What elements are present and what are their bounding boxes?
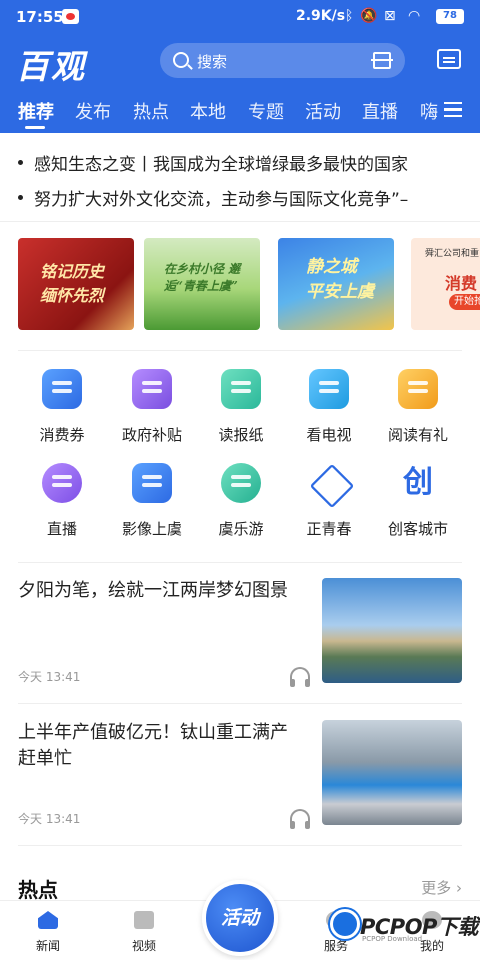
home-icon [38, 911, 58, 929]
banner-carousel: 铭记历史 缅怀先烈 在乡村小径 邂逅“青春上虞” 静之城 平安上虞 舜汇公司和重… [18, 238, 480, 333]
channel-tabs: 推荐 发布 热点 本地 专题 活动 直播 嗨 [0, 98, 480, 133]
tab-publish[interactable]: 发布 [75, 98, 111, 124]
news-time: 今天 13:41 [18, 670, 81, 684]
banner-card[interactable]: 舜汇公司和重 消费 开始抢 [411, 238, 480, 330]
tab-live[interactable]: 直播 [362, 98, 398, 124]
live-camera-icon [42, 463, 82, 503]
search-bar[interactable]: 搜索 [160, 43, 405, 78]
app-root: 17:55 2.9K/s ᛒ 🔕 ⊠ ◠ 78 百观 搜索 推荐 发布 热点 本… [0, 0, 480, 960]
news-thumbnail [322, 578, 462, 683]
service-label: 虞乐游 [218, 520, 264, 538]
notification-app-icon [62, 9, 79, 24]
message-icon[interactable] [437, 49, 461, 69]
banner-subtitle: 舜汇公司和重 [425, 249, 480, 259]
divider [18, 845, 462, 846]
subsidy-icon [132, 369, 172, 409]
nav-item-news[interactable]: 新闻 [13, 901, 83, 960]
service-item-subsidy[interactable]: 政府补贴 [104, 362, 200, 448]
news-title: 夕阳为笔，绘就一江两岸梦幻图景 [18, 580, 288, 601]
service-item-youth[interactable]: 正青春 [281, 456, 377, 542]
active-tab-indicator [25, 126, 45, 129]
tab-hot[interactable]: 热点 [133, 98, 169, 124]
tab-recommend[interactable]: 推荐 [18, 98, 54, 124]
mute-icon: 🔕 [360, 8, 378, 24]
tab-hi[interactable]: 嗨 [420, 98, 438, 124]
tab-topics[interactable]: 专题 [248, 98, 284, 124]
banner-card[interactable]: 在乡村小径 邂逅“青春上虞” [144, 238, 260, 330]
news-thumbnail [322, 720, 462, 825]
bluetooth-icon: ᛒ [345, 8, 354, 24]
video-icon [134, 911, 154, 929]
service-label: 读报纸 [218, 426, 264, 444]
reading-gift-icon [398, 369, 438, 409]
service-item-reading[interactable]: 阅读有礼 [370, 362, 466, 448]
tab-activities[interactable]: 活动 [305, 98, 341, 124]
status-time: 17:55 [16, 8, 64, 26]
banner-title: 铭记历史 缅怀先烈 [40, 262, 105, 305]
ticket-icon [42, 369, 82, 409]
create-icon: 创 [403, 465, 433, 500]
news-item[interactable]: 夕阳为笔，绘就一江两岸梦幻图景 今天 13:41 [0, 578, 480, 718]
star-icon [309, 463, 349, 503]
service-label: 看电视 [306, 426, 352, 444]
watermark-subtext: PCPOP Download [362, 935, 423, 943]
status-bar: 17:55 2.9K/s ᛒ 🔕 ⊠ ◠ 78 [0, 0, 480, 34]
service-item-tour[interactable]: 虞乐游 [193, 456, 289, 542]
service-label: 直播 [46, 520, 77, 538]
service-item-newspaper[interactable]: 读报纸 [193, 362, 289, 448]
news-time: 今天 13:41 [18, 812, 81, 826]
scan-icon[interactable] [371, 52, 393, 69]
activity-center-button[interactable]: 活动 [202, 880, 278, 956]
headline-ticker: 感知生态之变丨我国成为全球增绿最多最快的国家 努力扩大对外文化交流，主动参与国际… [0, 142, 480, 222]
service-label: 消费券 [39, 426, 85, 444]
service-label: 政府补贴 [121, 426, 182, 444]
newspaper-icon [221, 369, 261, 409]
search-icon [173, 52, 189, 68]
service-grid: 消费券 政府补贴 读报纸 看电视 阅读有礼 直播 影像上虞 虞乐游 正青春 创 … [0, 362, 480, 552]
service-label: 创客城市 [387, 520, 448, 538]
watermark-logo-icon [330, 909, 360, 939]
service-label: 影像上虞 [121, 520, 182, 538]
battery-icon: 78 [436, 9, 464, 24]
banner-grab-button[interactable]: 开始抢 [449, 294, 480, 310]
search-placeholder: 搜索 [197, 53, 228, 71]
watermark: PCPOP下载 PCPOP Download [330, 905, 480, 949]
service-item-imaging[interactable]: 影像上虞 [104, 456, 200, 542]
nav-label: 视频 [131, 939, 156, 953]
nav-label: 新闻 [35, 939, 60, 953]
more-link[interactable]: 更多 › [421, 877, 462, 898]
tour-icon [221, 463, 261, 503]
camera-icon [132, 463, 172, 503]
tv-icon [309, 369, 349, 409]
divider [18, 350, 462, 351]
service-item-coupon[interactable]: 消费券 [14, 362, 110, 448]
news-title: 上半年产值破亿元！钛山重工满产赶单忙 [18, 722, 288, 769]
menu-icon[interactable] [444, 102, 462, 117]
divider [18, 703, 462, 704]
network-speed: 2.9K/s [296, 8, 346, 24]
section-title: 热点 [18, 878, 58, 902]
banner-title: 静之城 平安上虞 [306, 257, 374, 302]
banner-title: 在乡村小径 邂逅“青春上虞” [164, 262, 241, 293]
banner-card[interactable]: 铭记历史 缅怀先烈 [18, 238, 134, 330]
service-item-live[interactable]: 直播 [14, 456, 110, 542]
nav-item-video[interactable]: 视频 [109, 901, 179, 960]
banner-card[interactable]: 静之城 平安上虞 [278, 238, 394, 330]
headphone-icon[interactable] [290, 809, 310, 829]
service-label: 阅读有礼 [387, 426, 448, 444]
app-logo: 百观 [16, 47, 86, 86]
divider [18, 562, 462, 563]
sim-off-icon: ⊠ [384, 8, 396, 24]
ticker-item[interactable]: 感知生态之变丨我国成为全球增绿最多最快的国家 [18, 150, 473, 177]
news-item[interactable]: 上半年产值破亿元！钛山重工满产赶单忙 今天 13:41 [0, 720, 480, 860]
wifi-icon: ◠ [408, 8, 421, 24]
headphone-icon[interactable] [290, 667, 310, 687]
service-label: 正青春 [306, 520, 352, 538]
service-item-maker-city[interactable]: 创 创客城市 [370, 456, 466, 542]
ticker-item[interactable]: 努力扩大对外文化交流，主动参与国际文化竞争”– [18, 185, 473, 212]
app-header: 17:55 2.9K/s ᛒ 🔕 ⊠ ◠ 78 百观 搜索 推荐 发布 热点 本… [0, 0, 480, 133]
banner-title: 消费 [445, 274, 478, 293]
tab-local[interactable]: 本地 [190, 98, 226, 124]
service-item-tv[interactable]: 看电视 [281, 362, 377, 448]
